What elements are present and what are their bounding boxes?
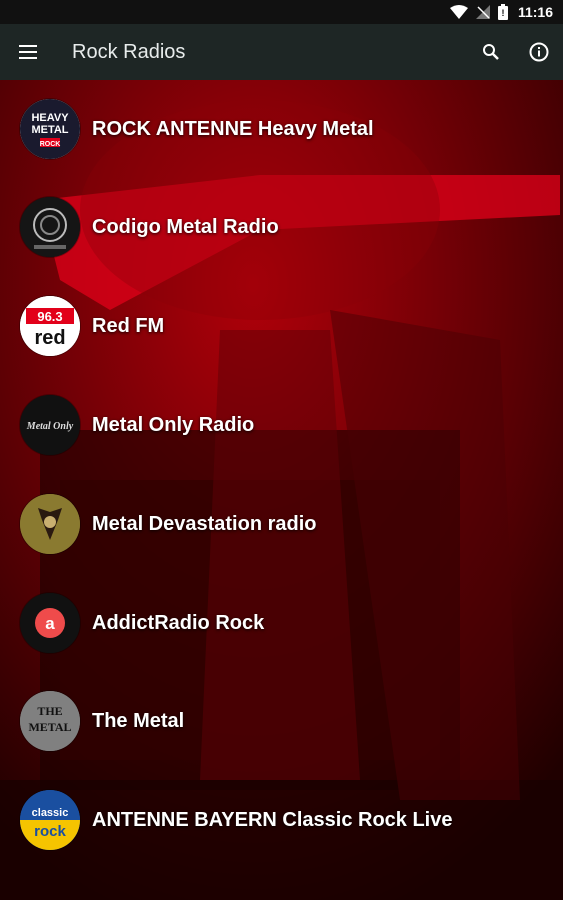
station-logo: [20, 494, 80, 554]
svg-text:classic: classic: [32, 807, 69, 819]
svg-text:THE: THE: [37, 704, 62, 718]
svg-text:96.3: 96.3: [37, 309, 62, 324]
svg-text:METAL: METAL: [31, 124, 68, 136]
station-item-addictradio-rock[interactable]: a AddictRadio Rock: [0, 574, 563, 672]
station-name: ANTENNE BAYERN Classic Rock Live: [92, 808, 453, 831]
station-logo: [20, 197, 80, 257]
info-icon: [529, 42, 549, 62]
search-icon: [483, 44, 499, 60]
wifi-icon: [449, 5, 468, 19]
station-name: Codigo Metal Radio: [92, 215, 279, 238]
station-logo: Metal Only: [20, 395, 80, 455]
no-signal-icon: [475, 5, 490, 19]
station-logo: HEAVY METAL ROCK: [20, 99, 80, 159]
svg-text:ROCK: ROCK: [40, 141, 61, 148]
station-name: ROCK ANTENNE Heavy Metal: [92, 117, 374, 140]
search-button[interactable]: [467, 24, 515, 80]
station-logo: 96.3 red: [20, 296, 80, 356]
station-item-codigo-metal-radio[interactable]: Codigo Metal Radio: [0, 178, 563, 276]
station-name: The Metal: [92, 709, 185, 732]
svg-text:a: a: [45, 614, 55, 633]
menu-icon: [19, 45, 37, 59]
svg-text:red: red: [34, 327, 65, 349]
station-item-rock-antenne-heavy-metal[interactable]: HEAVY METAL ROCK ROCK ANTENNE Heavy Meta…: [0, 80, 563, 178]
station-logo: classic rock: [20, 790, 80, 850]
station-item-metal-only-radio[interactable]: Metal Only Metal Only Radio: [0, 376, 563, 474]
station-list-area[interactable]: HEAVY METAL ROCK ROCK ANTENNE Heavy Meta…: [0, 80, 563, 900]
station-name: Red FM: [92, 314, 165, 337]
station-item-metal-devastation-radio[interactable]: Metal Devastation radio: [0, 475, 563, 573]
svg-text:HEAVY: HEAVY: [31, 112, 69, 124]
station-name: Metal Devastation radio: [92, 512, 317, 535]
svg-text:METAL: METAL: [28, 720, 71, 734]
station-logo: a: [20, 593, 80, 653]
app-bar: Rock Radios: [0, 24, 563, 80]
status-time: 11:16: [517, 4, 553, 20]
svg-text:Metal Only: Metal Only: [26, 421, 74, 432]
station-item-the-metal[interactable]: THE METAL The Metal: [0, 672, 563, 770]
station-logo: THE METAL: [20, 691, 80, 751]
status-bar: ! 11:16: [0, 0, 563, 24]
station-item-antenne-bayern-classic-rock-live[interactable]: classic rock ANTENNE BAYERN Classic Rock…: [0, 771, 563, 869]
menu-button[interactable]: [0, 24, 56, 80]
info-button[interactable]: [515, 24, 563, 80]
battery-icon: !: [497, 4, 508, 20]
station-name: Metal Only Radio: [92, 413, 255, 436]
svg-text:rock: rock: [34, 823, 66, 840]
svg-text:!: !: [501, 8, 504, 18]
page-title: Rock Radios: [72, 40, 186, 63]
station-name: AddictRadio Rock: [92, 611, 265, 634]
station-item-red-fm[interactable]: 96.3 red Red FM: [0, 277, 563, 375]
